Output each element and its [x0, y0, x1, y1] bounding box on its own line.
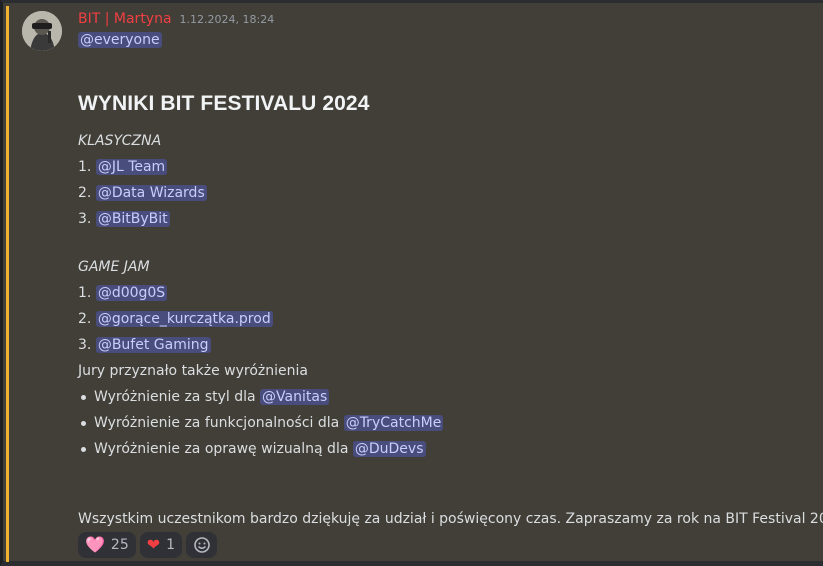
add-reaction-icon	[193, 537, 210, 553]
distinction-item: Wyróżnienie za styl dla @Vanitas	[78, 384, 443, 410]
place-number: 3.	[78, 211, 92, 227]
announcement-title: WYNIKI BIT FESTIVALU 2024	[78, 92, 370, 115]
message-body: BIT | Martyna 1.12.2024, 18:24 @everyone…	[78, 11, 823, 527]
reaction-count: 1	[166, 537, 176, 553]
add-reaction-button[interactable]	[186, 532, 218, 558]
everyone-line: @everyone	[78, 27, 162, 53]
place-number: 2.	[78, 311, 92, 327]
red-heart-icon: ❤	[146, 535, 161, 554]
distinction-item: Wyróżnienie za funkcjonalności dla @TryC…	[78, 410, 444, 436]
place-number: 1.	[78, 285, 92, 301]
mention-team[interactable]: @DuDevs	[352, 441, 426, 457]
message-header: BIT | Martyna 1.12.2024, 18:24	[78, 11, 817, 31]
mention-team[interactable]: @Data Wizards	[95, 185, 207, 201]
mention-team[interactable]: @JL Team	[95, 159, 168, 175]
pink-heart-icon: 🩷	[85, 535, 105, 554]
reactions-bar: 🩷 25 ❤ 1	[78, 532, 218, 558]
klasyczna-section: KLASYCZNA 1. @JL Team 2. @Data Wizards 3…	[78, 128, 207, 232]
place-number: 1.	[78, 159, 92, 175]
gamejam-place-2: 2. @gorące_kurczątka.prod	[78, 306, 443, 332]
mention-everyone[interactable]: @everyone	[78, 32, 162, 48]
timestamp: 1.12.2024, 18:24	[179, 13, 275, 26]
mention-highlight-bar	[6, 6, 9, 562]
jury-intro: Jury przyznało także wyróżnienia	[78, 363, 308, 379]
distinction-text: Wyróżnienie za styl dla	[94, 389, 256, 405]
gamejam-section: GAME JAM 1. @d00g0S 2. @gorące_kurczątka…	[78, 254, 444, 462]
distinction-text: Wyróżnienie za oprawę wizualną dla	[94, 441, 349, 457]
distinction-text: Wyróżnienie za funkcjonalności dla	[94, 415, 340, 431]
gamejam-place-3: 3. @Bufet Gaming	[78, 332, 443, 358]
klasyczna-place-2: 2. @Data Wizards	[78, 180, 207, 206]
klasyczna-heading: KLASYCZNA	[78, 133, 162, 149]
gamejam-place-1: 1. @d00g0S	[78, 280, 443, 306]
mention-team[interactable]: @Bufet Gaming	[95, 337, 211, 353]
place-number: 3.	[78, 337, 92, 353]
mention-team[interactable]: @d00g0S	[95, 285, 168, 301]
avatar-image	[22, 11, 62, 51]
mention-team[interactable]: @Vanitas	[260, 389, 330, 405]
distinctions-list: Wyróżnienie za styl dla @Vanitas Wyróżni…	[78, 384, 444, 462]
avatar[interactable]	[22, 11, 62, 51]
reaction-red-heart[interactable]: ❤ 1	[139, 532, 183, 558]
distinction-item: Wyróżnienie za oprawę wizualną dla @DuDe…	[78, 436, 443, 462]
reaction-pink-heart[interactable]: 🩷 25	[78, 532, 136, 558]
gamejam-heading: GAME JAM	[78, 259, 150, 275]
closing-text: Wszystkim uczestnikom bardzo dziękuję za…	[78, 511, 823, 527]
place-number: 2.	[78, 185, 92, 201]
author-name[interactable]: BIT | Martyna	[78, 11, 172, 27]
mention-team[interactable]: @TryCatchMe	[343, 415, 444, 431]
klasyczna-place-3: 3. @BitByBit	[78, 206, 207, 232]
mention-team[interactable]: @gorące_kurczątka.prod	[95, 311, 273, 327]
message-container: BIT | Martyna 1.12.2024, 18:24 @everyone…	[0, 0, 823, 566]
mention-team[interactable]: @BitByBit	[95, 211, 170, 227]
klasyczna-place-1: 1. @JL Team	[78, 154, 207, 180]
reaction-count: 25	[110, 537, 129, 553]
